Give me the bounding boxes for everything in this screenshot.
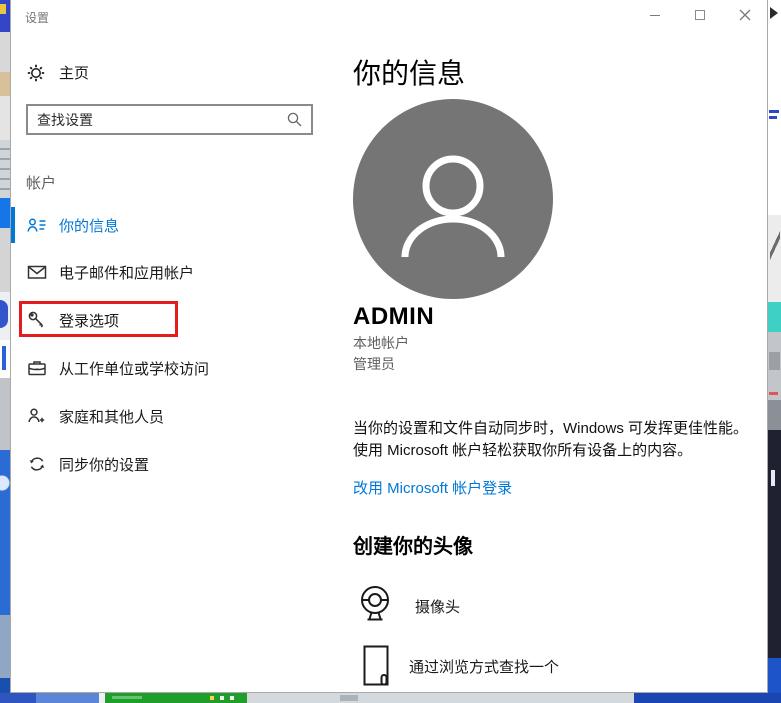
key-icon — [27, 310, 47, 330]
sidebar-item-signin-options[interactable]: 登录选项 — [11, 300, 321, 340]
sidebar-item-family-others[interactable]: 家庭和其他人员 — [11, 396, 321, 436]
sync-icon — [27, 454, 47, 474]
sidebar-item-label: 电子邮件和应用帐户 — [59, 262, 194, 283]
browse-option-label: 通过浏览方式查找一个 — [409, 656, 559, 677]
sidebar-item-home[interactable]: 主页 — [27, 62, 89, 83]
sidebar-item-work-school[interactable]: 从工作单位或学校访问 — [11, 348, 321, 388]
sidebar-item-your-info[interactable]: 你的信息 — [11, 205, 321, 245]
create-avatar-heading: 创建你的头像 — [353, 530, 473, 559]
desktop-fragment — [340, 695, 358, 701]
switch-to-microsoft-account-link[interactable]: 改用 Microsoft 帐户登录 — [353, 477, 512, 498]
desktop-fragment — [247, 693, 634, 703]
desktop-fragment — [0, 693, 36, 703]
desktop-fragment — [0, 615, 10, 678]
sidebar-item-sync-settings[interactable]: 同步你的设置 — [11, 444, 321, 484]
settings-window: 设置 主页 — [10, 0, 768, 693]
selection-indicator — [11, 207, 15, 243]
desktop-fragment — [0, 378, 10, 450]
briefcase-icon — [27, 358, 47, 378]
window-title: 设置 — [25, 9, 49, 26]
desktop-fragment — [210, 696, 214, 700]
desktop-fragment — [2, 346, 6, 370]
desktop-fragment — [220, 696, 224, 700]
desktop-fragment — [771, 470, 775, 486]
page-title: 你的信息 — [353, 52, 465, 92]
sync-description: 当你的设置和文件自动同步时，Windows 可发挥更佳性能。使用 Microso… — [353, 418, 753, 462]
browse-option[interactable]: 通过浏览方式查找一个 — [361, 644, 559, 688]
desktop-fragment — [768, 430, 781, 658]
minimize-button[interactable] — [632, 0, 677, 30]
search-icon[interactable] — [286, 111, 303, 128]
desktop-fragment — [0, 32, 10, 72]
person-silhouette-icon — [353, 99, 553, 299]
desktop-fragment — [769, 110, 779, 113]
sidebar-item-label: 同步你的设置 — [59, 454, 149, 475]
sidebar-item-email-accounts[interactable]: 电子邮件和应用帐户 — [11, 252, 321, 292]
sidebar-item-label: 登录选项 — [59, 310, 119, 331]
minimize-icon — [650, 15, 660, 16]
desktop-fragment — [769, 352, 780, 370]
webcam-icon — [357, 584, 393, 628]
account-role: 管理员 — [353, 354, 395, 374]
person-plus-icon — [27, 406, 47, 426]
contact-card-icon — [27, 215, 47, 235]
desktop-fragment — [768, 400, 781, 430]
sidebar-item-label: 你的信息 — [59, 215, 119, 236]
avatar — [353, 99, 553, 299]
sidebar-item-label: 家庭和其他人员 — [59, 406, 164, 427]
close-icon — [739, 9, 751, 21]
maximize-button[interactable] — [677, 0, 722, 30]
maximize-icon — [695, 10, 705, 20]
camera-option[interactable]: 摄像头 — [357, 584, 460, 628]
desktop-fragment — [770, 7, 778, 19]
search-input[interactable] — [28, 112, 286, 128]
desktop-fragment — [0, 468, 10, 498]
desktop-fragment — [0, 198, 10, 228]
desktop-fragment — [769, 392, 778, 395]
settings-search-box — [26, 104, 313, 135]
desktop-fragment — [634, 693, 781, 703]
desktop-fragment — [230, 696, 234, 700]
desktop-fragment — [36, 693, 99, 703]
sidebar-section-header: 帐户 — [26, 172, 56, 193]
close-button[interactable] — [722, 0, 767, 30]
mail-icon — [27, 262, 47, 282]
sidebar-item-label: 从工作单位或学校访问 — [59, 358, 209, 379]
desktop-fragment — [770, 228, 780, 268]
desktop-fragment — [0, 4, 6, 14]
desktop-fragment — [768, 0, 781, 215]
desktop-fragment — [0, 300, 8, 328]
desktop-fragment — [112, 696, 142, 699]
browse-file-icon — [361, 644, 391, 688]
desktop-fragment — [0, 228, 10, 292]
desktop-fragment — [0, 96, 10, 140]
desktop-fragment — [0, 72, 10, 96]
sidebar-home-label: 主页 — [59, 62, 89, 83]
title-bar: 设置 — [11, 0, 767, 32]
account-name: ADMIN — [353, 303, 434, 331]
desktop-fragment — [768, 302, 781, 332]
desktop-fragment — [0, 140, 10, 198]
camera-option-label: 摄像头 — [415, 596, 460, 617]
account-type: 本地帐户 — [353, 333, 409, 353]
gear-icon — [27, 64, 45, 82]
desktop-fragment — [769, 116, 777, 119]
